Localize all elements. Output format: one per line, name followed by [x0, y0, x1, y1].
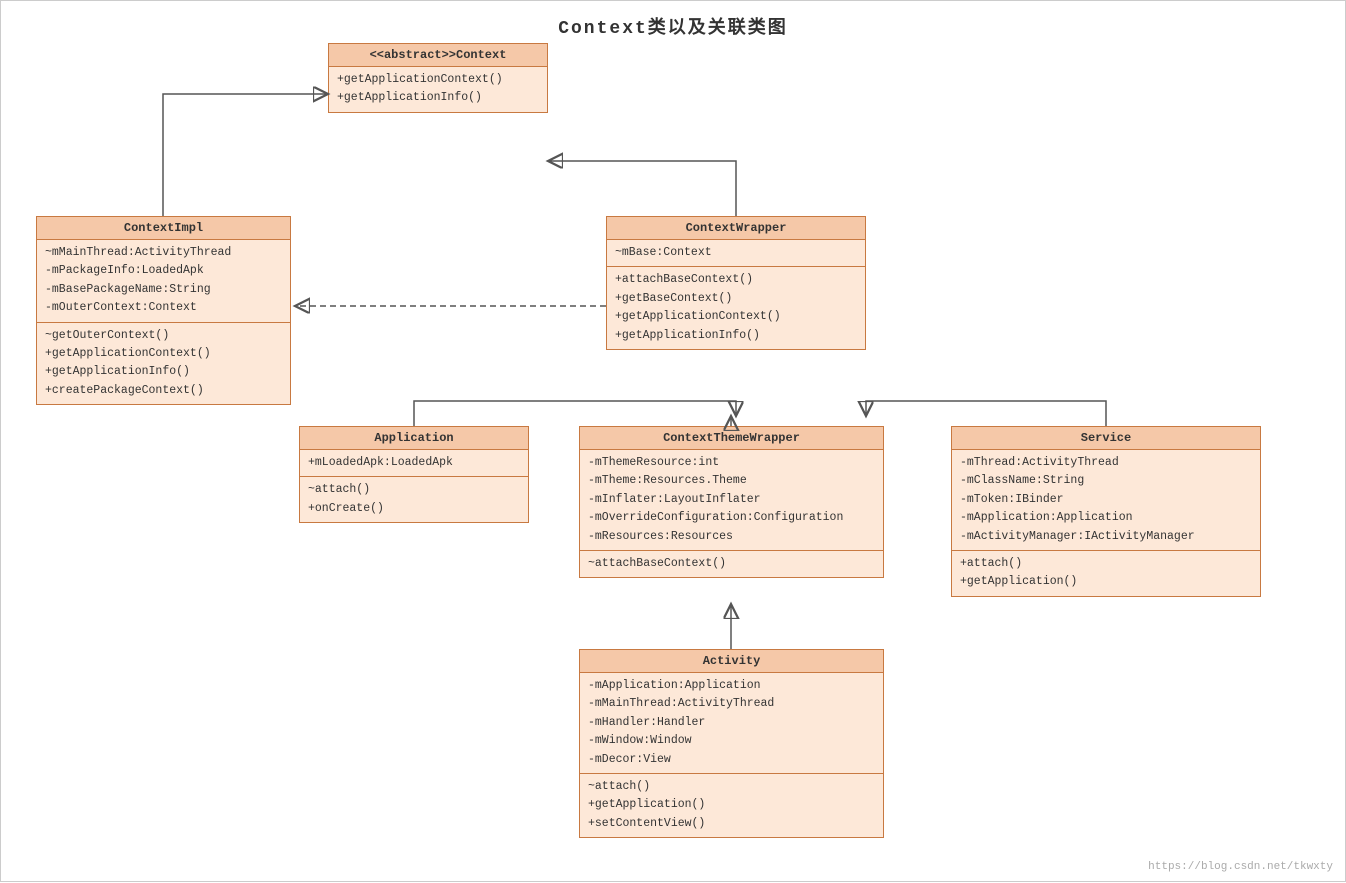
- contextthemewrapper-header: ContextThemeWrapper: [580, 427, 883, 450]
- activity-box: Activity -mApplication:Application-mMain…: [579, 649, 884, 838]
- activity-fields: -mApplication:Application-mMainThread:Ac…: [580, 673, 883, 774]
- application-methods: ~attach()+onCreate(): [300, 477, 528, 522]
- application-fields: +mLoadedApk:LoadedApk: [300, 450, 528, 477]
- service-fields: -mThread:ActivityThread-mClassName:Strin…: [952, 450, 1260, 551]
- diagram-container: Context类以及关联类图 <<abstract>>Context +getA…: [0, 0, 1346, 882]
- contextimpl-box: ContextImpl ~mMainThread:ActivityThread-…: [36, 216, 291, 405]
- contextimpl-fields: ~mMainThread:ActivityThread-mPackageInfo…: [37, 240, 290, 323]
- activity-methods: ~attach()+getApplication()+setContentVie…: [580, 774, 883, 837]
- contextimpl-header: ContextImpl: [37, 217, 290, 240]
- contextwrapper-fields: ~mBase:Context: [607, 240, 865, 267]
- service-box: Service -mThread:ActivityThread-mClassNa…: [951, 426, 1261, 597]
- contextwrapper-methods: +attachBaseContext()+getBaseContext()+ge…: [607, 267, 865, 349]
- service-header: Service: [952, 427, 1260, 450]
- context-methods: +getApplicationContext()+getApplicationI…: [329, 67, 547, 112]
- contextwrapper-to-context-line: [548, 161, 736, 216]
- context-box: <<abstract>>Context +getApplicationConte…: [328, 43, 548, 113]
- service-methods: +attach()+getApplication(): [952, 551, 1260, 596]
- application-box: Application +mLoadedApk:LoadedApk ~attac…: [299, 426, 529, 523]
- contextthemewrapper-box: ContextThemeWrapper -mThemeResource:int-…: [579, 426, 884, 578]
- contextimpl-methods: ~getOuterContext()+getApplicationContext…: [37, 323, 290, 405]
- context-header: <<abstract>>Context: [329, 44, 547, 67]
- watermark: https://blog.csdn.net/tkwxty: [1148, 861, 1333, 873]
- service-to-contextwrapper-line: [866, 401, 1106, 426]
- contextwrapper-box: ContextWrapper ~mBase:Context +attachBas…: [606, 216, 866, 350]
- application-header: Application: [300, 427, 528, 450]
- contextthemewrapper-methods: ~attachBaseContext(): [580, 551, 883, 577]
- contextthemewrapper-fields: -mThemeResource:int-mTheme:Resources.The…: [580, 450, 883, 551]
- contextimpl-to-context-line: [163, 94, 328, 216]
- diagram-title: Context类以及关联类图: [1, 1, 1345, 39]
- contextwrapper-header: ContextWrapper: [607, 217, 865, 240]
- activity-header: Activity: [580, 650, 883, 673]
- application-to-contextwrapper-line: [414, 401, 736, 426]
